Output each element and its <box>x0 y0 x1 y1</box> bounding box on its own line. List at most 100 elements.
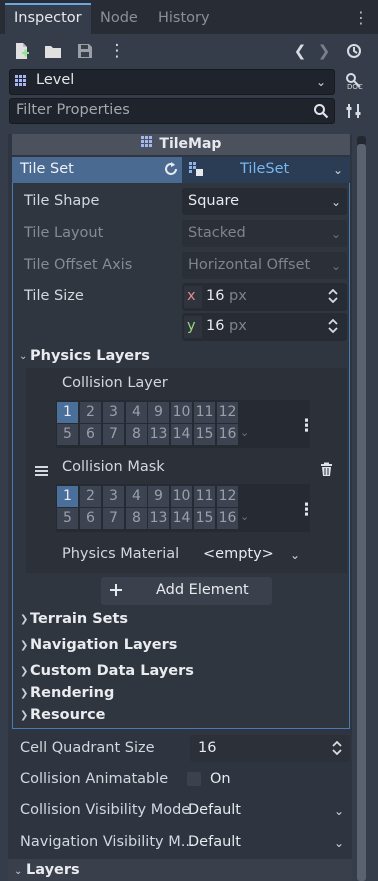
new-resource-icon[interactable] <box>13 42 31 60</box>
add-icon <box>108 582 124 598</box>
node-class-header: TileMap <box>12 134 350 155</box>
layer-bit[interactable]: 9 <box>148 402 169 423</box>
collision-mask-grid[interactable]: 1 2 3 4 9 10 11 12 5 6 7 8 13 14 15 16 ⌄ <box>56 484 310 532</box>
tab-node[interactable]: Node <box>91 3 147 34</box>
layer-bit[interactable]: 11 <box>194 402 215 423</box>
chevron-down-icon: ⌄ <box>331 227 342 241</box>
layer-bit[interactable]: 1 <box>57 402 78 423</box>
layer-bit[interactable]: 10 <box>171 402 192 423</box>
search-icon <box>313 103 329 119</box>
expand-arrow-icon[interactable]: ❯ <box>20 640 28 651</box>
mask-bit[interactable]: 4 <box>126 486 147 507</box>
dock-menu-icon[interactable]: ⋮ <box>353 8 369 27</box>
tile-size-label: Tile Size <box>24 288 84 304</box>
node-class-name: TileMap <box>159 136 222 152</box>
mask-bit[interactable]: 11 <box>194 486 215 507</box>
layer-bit[interactable]: 3 <box>103 402 124 423</box>
collapse-arrow-icon[interactable]: ⌄ <box>14 866 22 877</box>
expand-arrow-icon[interactable]: ❯ <box>20 666 28 677</box>
spin-arrows-icon[interactable] <box>327 318 339 334</box>
add-element-label: Add Element <box>156 582 249 598</box>
layer-bit[interactable]: 13 <box>148 424 169 445</box>
mask-bit[interactable]: 8 <box>126 508 147 529</box>
mask-bit[interactable]: 2 <box>80 486 101 507</box>
collision-animatable-checkbox[interactable] <box>187 772 201 786</box>
object-menu-icon[interactable]: ⋮ <box>108 41 126 61</box>
section-custom-data-layers[interactable]: Custom Data Layers <box>30 663 194 679</box>
layer-bit[interactable]: 7 <box>103 424 124 445</box>
expand-arrow-icon[interactable]: ❯ <box>20 688 28 699</box>
layer-bit[interactable]: 5 <box>57 424 78 445</box>
mask-bit[interactable]: 15 <box>194 508 215 529</box>
tab-inspector[interactable]: Inspector <box>5 3 91 34</box>
chevron-down-icon: ⌄ <box>333 163 344 177</box>
chevron-down-icon: ⌄ <box>331 195 342 209</box>
history-back-icon[interactable]: ❮ <box>292 42 308 60</box>
expand-arrow-icon[interactable]: ❯ <box>20 710 28 721</box>
open-folder-icon[interactable] <box>44 42 62 60</box>
section-rendering[interactable]: Rendering <box>30 685 114 701</box>
mask-bit[interactable]: 3 <box>103 486 124 507</box>
scrollbar-thumb[interactable] <box>357 144 366 881</box>
mask-bit[interactable]: 13 <box>148 508 169 529</box>
chevron-down-icon[interactable]: ⌄ <box>334 836 344 850</box>
mask-bit[interactable]: 14 <box>171 508 192 529</box>
tile-offset-axis-label: Tile Offset Axis <box>24 257 133 273</box>
tile-size-x-unit: px <box>229 288 247 304</box>
spin-arrows-icon[interactable] <box>327 288 339 304</box>
mask-menu-icon[interactable]: ⋮ <box>298 500 315 520</box>
expand-bits-icon[interactable]: ⌄ <box>240 426 249 439</box>
layer-bit[interactable]: 12 <box>217 402 238 423</box>
mask-bit[interactable]: 1 <box>57 486 78 507</box>
layer-bit[interactable]: 4 <box>126 402 147 423</box>
cell-quadrant-size-value: 16 <box>198 740 217 756</box>
collapse-arrow-icon[interactable]: ⌄ <box>19 351 27 362</box>
physics-layers-title[interactable]: Physics Layers <box>30 348 150 364</box>
chevron-down-icon: ⌄ <box>331 259 342 273</box>
delete-icon[interactable] <box>319 462 334 477</box>
physics-material-label: Physics Material <box>62 546 180 562</box>
layer-bit[interactable]: 16 <box>217 424 238 445</box>
layer-bit[interactable]: 15 <box>194 424 215 445</box>
object-selector-value: Level <box>36 72 75 88</box>
mask-bit[interactable]: 5 <box>57 508 78 529</box>
chevron-down-icon[interactable]: ⌄ <box>334 804 344 818</box>
physics-material-value[interactable]: <empty> <box>203 546 274 562</box>
tile-size-x-value: 16 <box>206 288 225 304</box>
mask-bit[interactable]: 6 <box>80 508 101 529</box>
recent-history-icon[interactable] <box>345 42 363 60</box>
mask-bit[interactable]: 10 <box>171 486 192 507</box>
mask-bit[interactable]: 9 <box>148 486 169 507</box>
spin-arrows-icon[interactable] <box>331 740 343 756</box>
layer-bit[interactable]: 2 <box>80 402 101 423</box>
collision-layer-grid[interactable]: 1 2 3 4 9 10 11 12 5 6 7 8 13 14 15 16 ⌄ <box>56 400 310 448</box>
filter-placeholder: Filter Properties <box>16 102 130 118</box>
collision-animatable-value: On <box>210 771 231 787</box>
tile-layout-value: Stacked <box>188 225 246 241</box>
expand-arrow-icon[interactable]: ❯ <box>20 614 28 625</box>
layer-menu-icon[interactable]: ⋮ <box>298 416 315 436</box>
tilemap-class-icon <box>140 136 155 150</box>
section-terrain-sets[interactable]: Terrain Sets <box>30 611 128 627</box>
navigation-visibility-mode-value[interactable]: Default <box>188 834 241 850</box>
section-navigation-layers[interactable]: Navigation Layers <box>30 637 177 653</box>
mask-bit[interactable]: 7 <box>103 508 124 529</box>
section-resource[interactable]: Resource <box>30 707 106 723</box>
tools-icon[interactable] <box>345 102 363 120</box>
save-icon[interactable] <box>76 42 94 60</box>
collision-visibility-mode-value[interactable]: Default <box>188 802 241 818</box>
node-docs-icon[interactable]: DOC <box>345 72 363 91</box>
layer-bit[interactable]: 8 <box>126 424 147 445</box>
revert-icon[interactable] <box>163 161 179 177</box>
history-forward-icon[interactable]: ❯ <box>316 42 332 60</box>
mask-bit[interactable]: 12 <box>217 486 238 507</box>
mask-bit[interactable]: 16 <box>217 508 238 529</box>
tileset-resource-icon <box>189 162 203 176</box>
layer-bit[interactable]: 6 <box>80 424 101 445</box>
layers-title[interactable]: Layers <box>26 862 80 878</box>
drag-handle-icon[interactable] <box>35 465 49 477</box>
expand-bits-icon[interactable]: ⌄ <box>240 510 249 523</box>
chevron-down-icon[interactable]: ⌄ <box>290 548 300 562</box>
layer-bit[interactable]: 14 <box>171 424 192 445</box>
tab-history[interactable]: History <box>149 3 219 34</box>
